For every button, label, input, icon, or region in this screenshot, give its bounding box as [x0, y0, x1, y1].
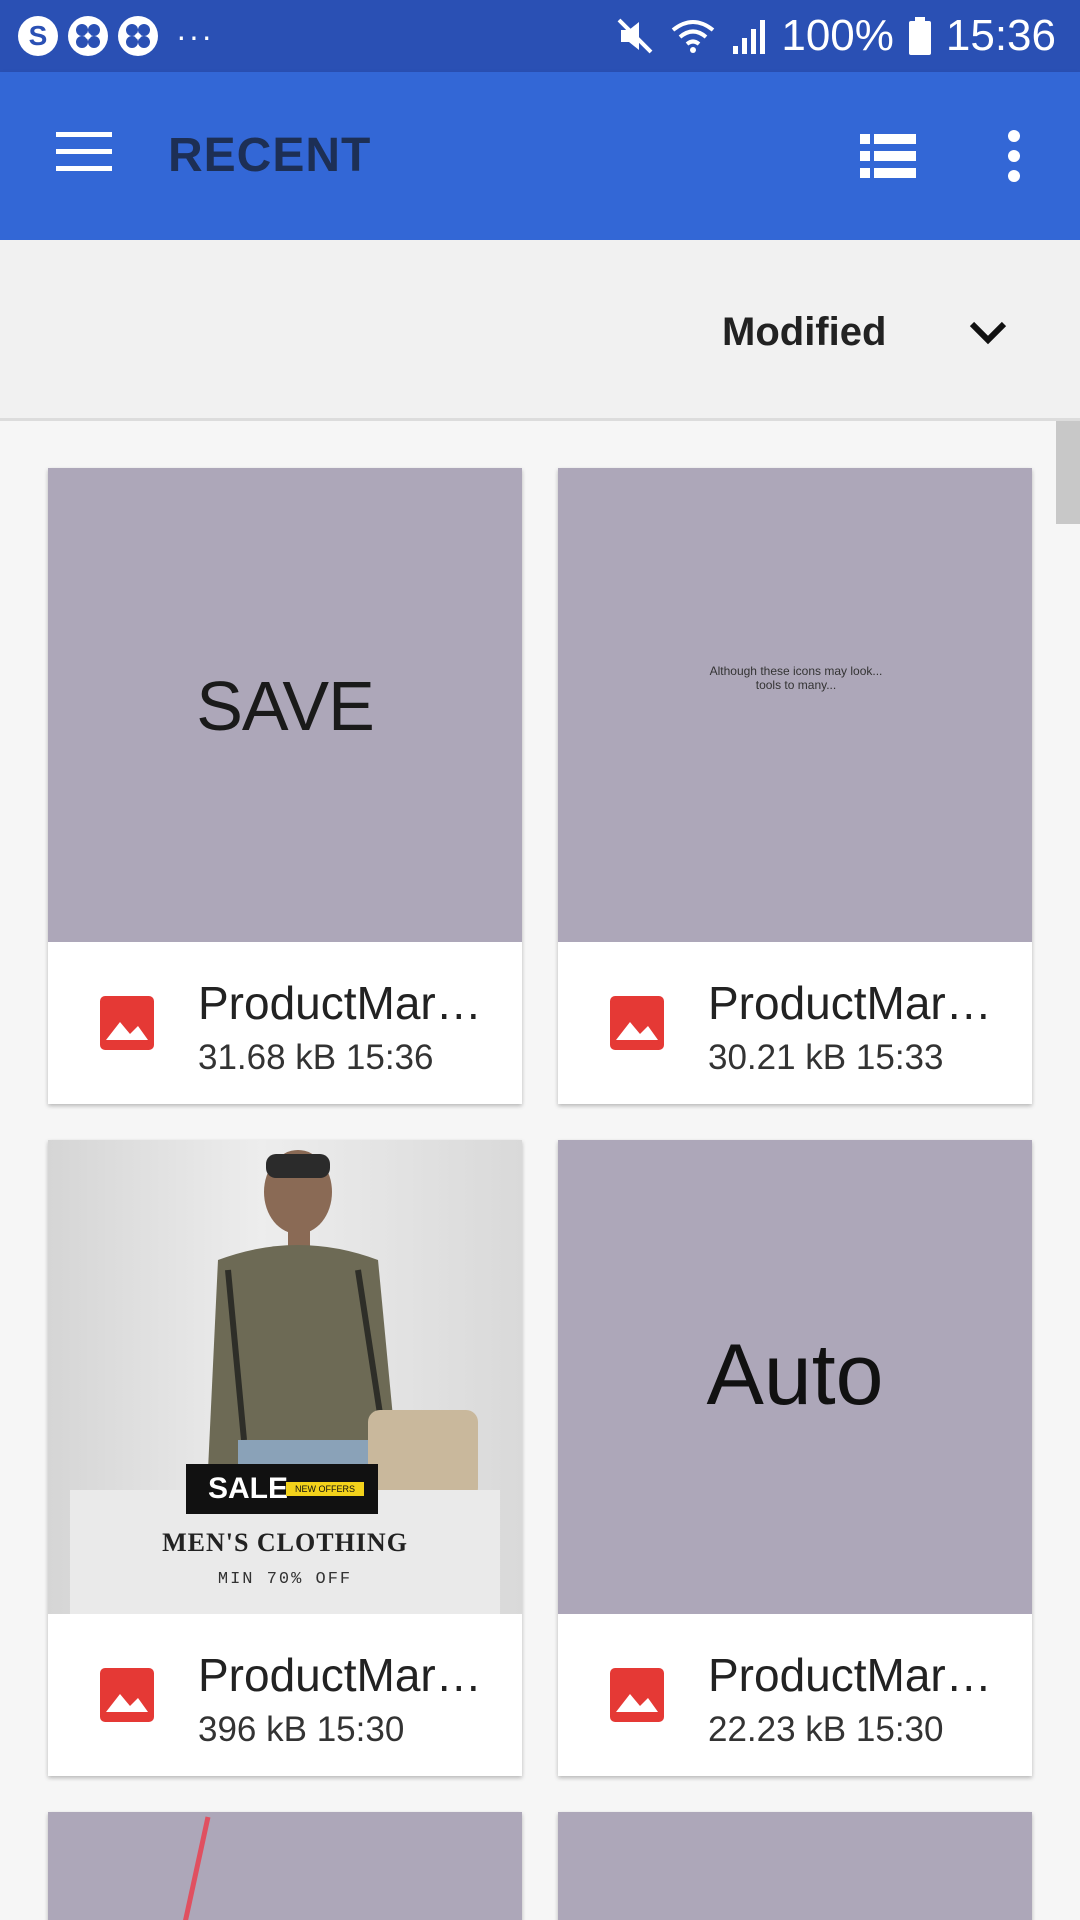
file-thumbnail: SAVE [48, 468, 522, 942]
battery-percent: 100% [781, 11, 894, 60]
list-view-icon[interactable] [860, 134, 916, 178]
file-card[interactable]: SAVE ProductMar… 31.68 kB 15:36 [48, 468, 522, 1104]
sale-subheading: MIN 70% OFF [217, 1570, 353, 1589]
skype-icon: S [18, 16, 58, 56]
image-icon [100, 996, 154, 1050]
clock: 15:36 [945, 11, 1056, 60]
status-left: S ··· [18, 14, 214, 58]
file-card[interactable]: Although these icons may look... tools t… [558, 468, 1032, 1104]
file-thumbnail: SALE NEW OFFERS MEN'S CLOTHING MIN 70% O… [48, 1140, 522, 1614]
file-thumbnail [558, 1812, 1032, 1920]
file-thumbnail [48, 1812, 522, 1920]
file-info: ProductMar… 396 kB 15:30 [48, 1614, 522, 1776]
file-meta: 31.68 kB 15:36 [198, 1038, 434, 1077]
thumbnail-graphic [183, 1816, 211, 1920]
image-icon [100, 1668, 154, 1722]
sort-dropdown-label[interactable]: Modified [722, 310, 886, 355]
signal-icon [733, 20, 766, 54]
file-name: ProductMar… [198, 977, 482, 1029]
file-info: ProductMar… 30.21 kB 15:33 [558, 942, 1032, 1104]
file-meta: 22.23 kB 15:30 [708, 1710, 944, 1749]
file-card[interactable]: Auto ProductMar… 22.23 kB 15:30 [558, 1140, 1032, 1776]
thumbnail-text: SAVE [196, 667, 375, 745]
file-name: ProductMar… [198, 1649, 482, 1701]
file-meta: 30.21 kB 15:33 [708, 1038, 944, 1077]
image-icon [610, 996, 664, 1050]
file-thumbnail: Auto [558, 1140, 1032, 1614]
app-bar: RECENT [0, 72, 1080, 240]
mute-icon [617, 18, 653, 54]
file-grid: SAVE ProductMar… 31.68 kB 15:36 Although… [0, 421, 1056, 1920]
file-meta: 396 kB 15:30 [198, 1710, 405, 1749]
scrollbar-track[interactable] [1056, 421, 1080, 1920]
file-card[interactable]: SALE NEW OFFERS MEN'S CLOTHING MIN 70% O… [48, 1140, 522, 1776]
file-info: ProductMar… 31.68 kB 15:36 [48, 942, 522, 1104]
file-name: ProductMar… [708, 1649, 992, 1701]
file-thumbnail: Although these icons may look... tools t… [558, 468, 1032, 942]
image-icon [610, 1668, 664, 1722]
chevron-down-icon[interactable] [966, 310, 1010, 354]
file-info: ProductMar… 22.23 kB 15:30 [558, 1614, 1032, 1776]
thumbnail-text: Auto [706, 1327, 884, 1423]
offer-tag: NEW OFFERS [286, 1482, 364, 1496]
file-name: ProductMar… [708, 977, 992, 1029]
file-card[interactable] [558, 1812, 1032, 1920]
sort-bar: Modified [0, 240, 1080, 421]
file-card[interactable] [48, 1812, 522, 1920]
clover-icon [118, 16, 158, 56]
more-notifications-icon: ··· [176, 18, 214, 54]
scrollbar-thumb[interactable] [1056, 421, 1080, 524]
battery-icon [908, 17, 931, 55]
status-bar: S ··· 100% 15:36 [0, 0, 1080, 72]
clover-icon [68, 16, 108, 56]
wifi-icon [672, 20, 715, 53]
more-icon[interactable] [996, 128, 1032, 184]
page-title: RECENT [168, 129, 372, 182]
status-right: 100% 15:36 [615, 10, 1056, 62]
sale-heading: MEN'S CLOTHING [162, 1528, 408, 1557]
menu-icon[interactable] [56, 132, 112, 172]
thumbnail-text: Although these icons may look... tools t… [709, 664, 883, 692]
